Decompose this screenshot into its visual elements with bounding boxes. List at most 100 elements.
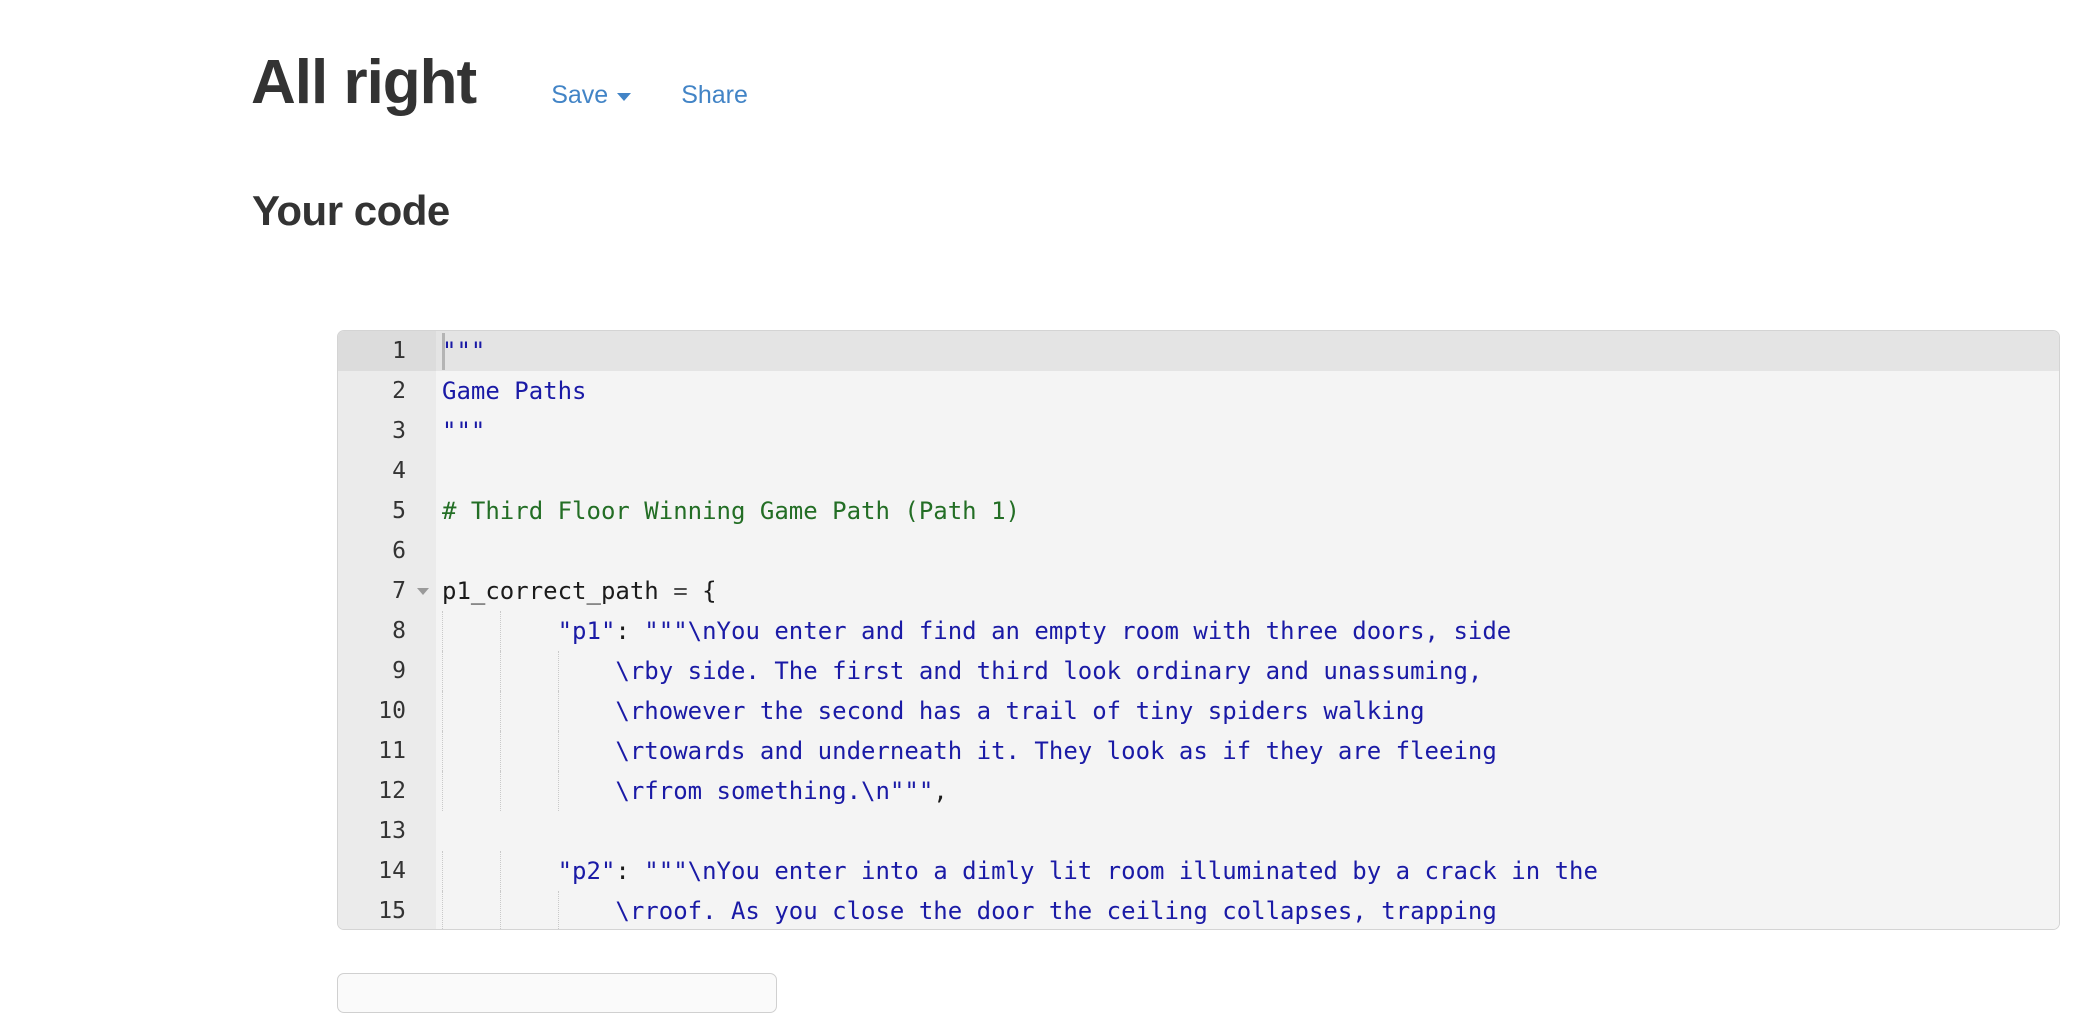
gutter-line-number: 13 — [338, 811, 436, 851]
code-line[interactable]: 3 """ — [338, 411, 2059, 451]
code-line-content[interactable]: """ — [436, 411, 2059, 451]
code-token: p1_correct_path — [442, 577, 674, 605]
gutter-line-number: 4 — [338, 451, 436, 491]
code-token: : — [615, 857, 645, 885]
code-line[interactable]: 13 — [338, 811, 2059, 851]
gutter-line-number: 5 — [338, 491, 436, 531]
code-line-content[interactable]: \rtowards and underneath it. They look a… — [436, 731, 2059, 771]
indent-guide — [442, 891, 443, 929]
code-token: """ — [442, 337, 486, 365]
code-line[interactable]: 2 Game Paths — [338, 371, 2059, 411]
bottom-panel[interactable] — [337, 973, 777, 1013]
indent-guide — [499, 611, 501, 651]
code-token: \rtowards and underneath it. They look a… — [615, 737, 1497, 765]
code-token: """\nYou enter and find an empty room wi… — [644, 617, 1512, 645]
indent-guide — [442, 691, 443, 731]
indent-guide — [499, 771, 501, 811]
indent-guide — [442, 771, 443, 811]
code-token: "p2" — [557, 857, 616, 885]
code-line[interactable]: 7 p1_correct_path = { — [338, 571, 2059, 611]
page-root: All right Save Share Your code 1 """ 2 Game… — [0, 0, 2096, 1013]
indent-guide — [557, 891, 559, 929]
section-title-your-code: Your code — [252, 187, 450, 234]
share-label: Share — [681, 81, 748, 109]
code-line[interactable]: 15 \rroof. As you close the door the cei… — [338, 891, 2059, 929]
save-button[interactable]: Save — [551, 81, 632, 110]
code-line[interactable]: 5 # Third Floor Winning Game Path (Path 1… — [338, 491, 2059, 531]
code-line[interactable]: 6 — [338, 531, 2059, 571]
code-line[interactable]: 1 """ — [338, 331, 2059, 371]
code-token: "p1" — [557, 617, 616, 645]
code-line-content[interactable] — [436, 531, 2059, 571]
text-cursor — [442, 333, 445, 370]
code-line-content[interactable] — [436, 451, 2059, 491]
code-line[interactable]: 11 \rtowards and underneath it. They loo… — [338, 731, 2059, 771]
code-token: { — [702, 577, 717, 605]
gutter-line-number: 11 — [338, 731, 436, 771]
code-token: = — [673, 577, 703, 605]
code-line[interactable]: 10 \rhowever the second has a trail of t… — [338, 691, 2059, 731]
gutter-line-number: 15 — [338, 891, 436, 929]
code-token: \rby side. The first and third look ordi… — [615, 657, 1483, 685]
code-line-content[interactable]: Game Paths — [436, 371, 2059, 411]
code-token: , — [933, 777, 948, 805]
indent-guide — [442, 851, 443, 891]
code-line-content[interactable]: "p2": """\nYou enter into a dimly lit ro… — [436, 851, 2059, 891]
code-line-content[interactable]: \rby side. The first and third look ordi… — [436, 651, 2059, 691]
indent-guide — [557, 731, 559, 771]
code-line-content[interactable]: \rroof. As you close the door the ceilin… — [436, 891, 2059, 929]
save-label: Save — [551, 81, 609, 109]
indent-guide — [442, 731, 443, 771]
page-header: All right Save Share — [251, 52, 748, 114]
share-button[interactable]: Share — [681, 81, 748, 110]
gutter-line-number: 2 — [338, 371, 436, 411]
code-line[interactable]: 8 "p1": """\nYou enter and find an empty… — [338, 611, 2059, 651]
code-line-content[interactable]: p1_correct_path = { — [436, 571, 2059, 611]
code-line[interactable]: 4 — [338, 451, 2059, 491]
code-token: : — [615, 617, 645, 645]
indent-guide — [499, 731, 501, 771]
code-line-content[interactable]: """ — [436, 331, 2059, 371]
code-line-content[interactable] — [436, 811, 2059, 851]
code-line[interactable]: 14 "p2": """\nYou enter into a dimly lit… — [338, 851, 2059, 891]
header-actions: Save Share — [551, 81, 748, 110]
indent-guide — [557, 651, 559, 691]
gutter-line-number: 12 — [338, 771, 436, 811]
indent-guide — [499, 651, 501, 691]
code-line[interactable]: 12 \rfrom something.\n""", — [338, 771, 2059, 811]
code-token: \rfrom something.\n""" — [615, 777, 934, 805]
indent-guide — [557, 771, 559, 811]
code-token: Game Paths — [442, 377, 587, 405]
indent-guide — [499, 851, 501, 891]
gutter-line-number: 10 — [338, 691, 436, 731]
code-line-content[interactable]: # Third Floor Winning Game Path (Path 1) — [436, 491, 2059, 531]
indent-guide — [557, 691, 559, 731]
gutter-line-number: 1 — [338, 331, 436, 371]
code-line-content[interactable]: \rfrom something.\n""", — [436, 771, 2059, 811]
gutter-line-number: 6 — [338, 531, 436, 571]
indent-guide — [442, 611, 443, 651]
gutter-line-number: 9 — [338, 651, 436, 691]
code-token: """ — [442, 417, 486, 445]
code-editor-inner: 1 """ 2 Game Paths 3 """ 4 5 # Third Floor Winni… — [338, 331, 2059, 929]
fold-arrow-icon[interactable] — [417, 588, 429, 595]
code-token: \rhowever the second has a trail of tiny… — [615, 697, 1425, 725]
code-token: \rroof. As you close the door the ceilin… — [615, 897, 1497, 925]
code-line-content[interactable]: \rhowever the second has a trail of tiny… — [436, 691, 2059, 731]
code-line-content[interactable]: "p1": """\nYou enter and find an empty r… — [436, 611, 2059, 651]
code-editor[interactable]: 1 """ 2 Game Paths 3 """ 4 5 # Third Floor Winni… — [337, 330, 2060, 930]
code-lines-container: 1 """ 2 Game Paths 3 """ 4 5 # Third Floor Winni… — [338, 331, 2059, 929]
code-token: """\nYou enter into a dimly lit room ill… — [644, 857, 1598, 885]
gutter-line-number: 7 — [338, 571, 436, 611]
code-token: # Third Floor Winning Game Path (Path 1) — [442, 497, 1020, 525]
indent-guide — [442, 651, 443, 691]
gutter-line-number: 8 — [338, 611, 436, 651]
gutter-line-number: 14 — [338, 851, 436, 891]
indent-guide — [499, 691, 501, 731]
code-line[interactable]: 9 \rby side. The first and third look or… — [338, 651, 2059, 691]
